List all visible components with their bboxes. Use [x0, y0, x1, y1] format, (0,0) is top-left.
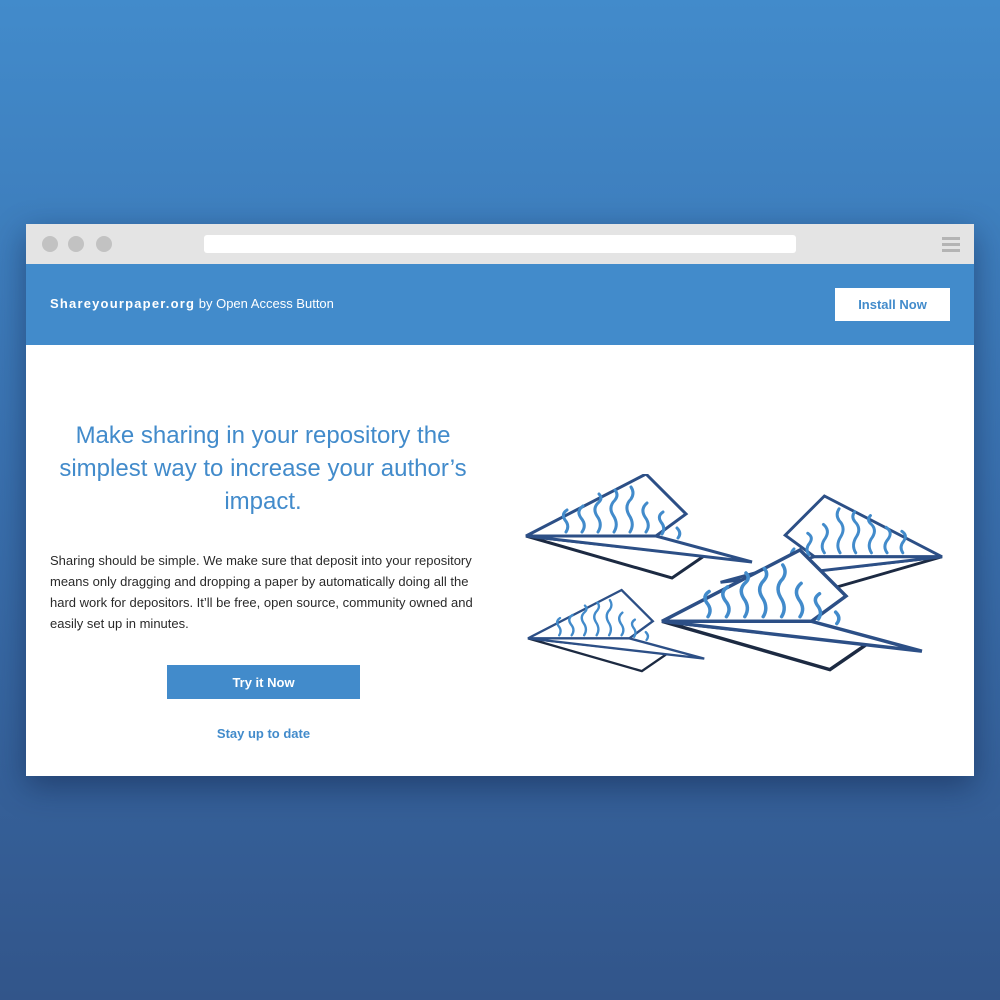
address-bar[interactable] — [204, 235, 796, 253]
browser-window: Shareyourpaper.org by Open Access Button… — [26, 224, 974, 776]
try-it-now-button[interactable]: Try it Now — [167, 665, 360, 699]
window-minimize-button[interactable] — [68, 236, 84, 252]
brand: Shareyourpaper.org by Open Access Button — [50, 296, 334, 311]
paper-planes-illustration — [524, 474, 944, 673]
brand-name[interactable]: Shareyourpaper.org — [50, 296, 195, 311]
window-close-button[interactable] — [42, 236, 58, 252]
paper-plane-1 — [524, 474, 754, 580]
hero-description: Sharing should be simple. We make sure t… — [50, 553, 473, 631]
stay-up-to-date-link[interactable]: Stay up to date — [167, 726, 360, 741]
site-header: Shareyourpaper.org by Open Access Button… — [26, 264, 974, 345]
hamburger-menu-icon[interactable] — [942, 236, 960, 252]
install-now-button[interactable]: Install Now — [835, 288, 950, 321]
window-maximize-button[interactable] — [96, 236, 112, 252]
brand-suffix: by Open Access Button — [195, 296, 334, 311]
browser-chrome — [26, 224, 974, 264]
paper-plane-3 — [526, 588, 706, 673]
hero-headline: Make sharing in your repository the simp… — [59, 422, 467, 515]
